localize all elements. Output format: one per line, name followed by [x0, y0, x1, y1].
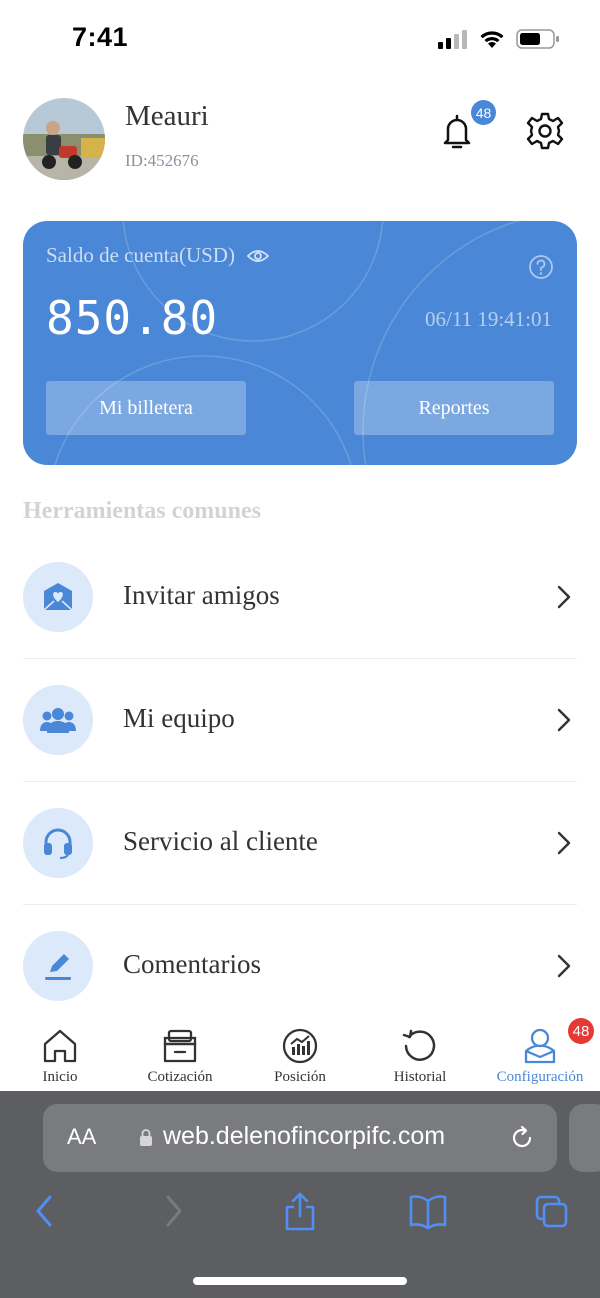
- tool-label: Invitar amigos: [123, 580, 280, 610]
- text-size-label: AA: [67, 1124, 97, 1149]
- battery-icon: [516, 29, 559, 49]
- tab-posicion[interactable]: Posición: [240, 1015, 360, 1091]
- tool-label: Servicio al cliente: [123, 826, 318, 856]
- back-icon[interactable]: [26, 1191, 62, 1231]
- chevron-right-icon: [557, 708, 571, 732]
- balance-amount: 850.80: [46, 291, 219, 345]
- tool-my-team[interactable]: Mi equipo: [23, 659, 577, 782]
- team-icon: [23, 685, 93, 755]
- bottom-tab-bar: Inicio Cotización Posición Historial Con…: [0, 1015, 600, 1091]
- bell-icon[interactable]: [439, 112, 475, 152]
- profile-icon: [524, 1028, 556, 1064]
- position-icon: [282, 1028, 318, 1064]
- avatar[interactable]: [23, 98, 105, 180]
- quote-icon: [163, 1029, 197, 1063]
- balance-card: Saldo de cuenta(USD) 850.80 06/11 19:41:…: [23, 221, 577, 465]
- tool-label: Mi equipo: [123, 703, 235, 733]
- chevron-right-icon: [557, 831, 571, 855]
- status-time: 7:41: [72, 22, 129, 52]
- balance-label: Saldo de cuenta(USD): [46, 243, 235, 267]
- status-icons: [438, 28, 560, 50]
- wifi-icon: [480, 31, 504, 48]
- profile-header: Meauri ID:452676 48: [23, 98, 577, 182]
- forward-icon[interactable]: [156, 1191, 192, 1231]
- next-tab-preview[interactable]: [569, 1104, 600, 1172]
- notification-badge: 48: [471, 100, 496, 125]
- cellular-signal-icon: [438, 30, 467, 49]
- url-text: web.delenofincorpifc.com: [163, 1122, 446, 1150]
- tool-invite-friends[interactable]: Invitar amigos: [23, 536, 577, 659]
- balance-label-row: Saldo de cuenta(USD): [46, 243, 269, 268]
- eye-icon[interactable]: [246, 248, 269, 264]
- tab-label: Cotización: [147, 1069, 213, 1085]
- tab-configuracion[interactable]: Configuración 48: [480, 1015, 600, 1091]
- tab-label: Historial: [393, 1069, 447, 1085]
- address-bar[interactable]: AA web.delenofincorpifc.com: [43, 1104, 557, 1172]
- history-icon: [402, 1029, 436, 1061]
- tab-label: Posición: [274, 1069, 326, 1085]
- tab-historial[interactable]: Historial: [360, 1015, 480, 1091]
- wallet-button[interactable]: Mi billetera: [46, 381, 246, 435]
- status-bar: 7:41: [0, 0, 600, 80]
- chevron-right-icon: [557, 585, 571, 609]
- gear-icon[interactable]: [525, 111, 565, 151]
- home-icon: [43, 1029, 77, 1063]
- browser-toolbar: AA web.delenofincorpifc.com: [0, 1091, 600, 1298]
- help-icon[interactable]: [528, 254, 554, 280]
- share-icon[interactable]: [282, 1191, 318, 1231]
- tab-label: Inicio: [42, 1069, 78, 1085]
- tool-customer-service[interactable]: Servicio al cliente: [23, 782, 577, 905]
- tools-list: Invitar amigos Mi equipo Servicio al cli…: [23, 536, 577, 1028]
- invite-icon: [23, 562, 93, 632]
- tools-section-title: Herramientas comunes: [23, 498, 261, 524]
- bookmarks-icon[interactable]: [408, 1191, 448, 1231]
- reload-icon[interactable]: [509, 1125, 535, 1151]
- balance-datetime: 06/11 19:41:01: [425, 307, 552, 331]
- tab-label: Configuración: [496, 1069, 584, 1085]
- lock-icon: [140, 1129, 152, 1146]
- reports-button[interactable]: Reportes: [354, 381, 554, 435]
- tabs-icon[interactable]: [534, 1191, 570, 1231]
- browser-nav-icons: [0, 1191, 600, 1235]
- tab-cotizacion[interactable]: Cotización: [120, 1015, 240, 1091]
- username: Meauri: [125, 100, 209, 132]
- headset-icon: [23, 808, 93, 878]
- user-id: ID:452676: [125, 151, 199, 170]
- tool-feedback[interactable]: Comentarios: [23, 905, 577, 1028]
- tab-inicio[interactable]: Inicio: [0, 1015, 120, 1091]
- pencil-icon: [23, 931, 93, 1001]
- home-indicator: [193, 1277, 407, 1285]
- tool-label: Comentarios: [123, 949, 261, 979]
- chevron-right-icon: [557, 954, 571, 978]
- tab-badge: 48: [568, 1018, 594, 1044]
- text-size-button[interactable]: AA: [67, 1124, 96, 1150]
